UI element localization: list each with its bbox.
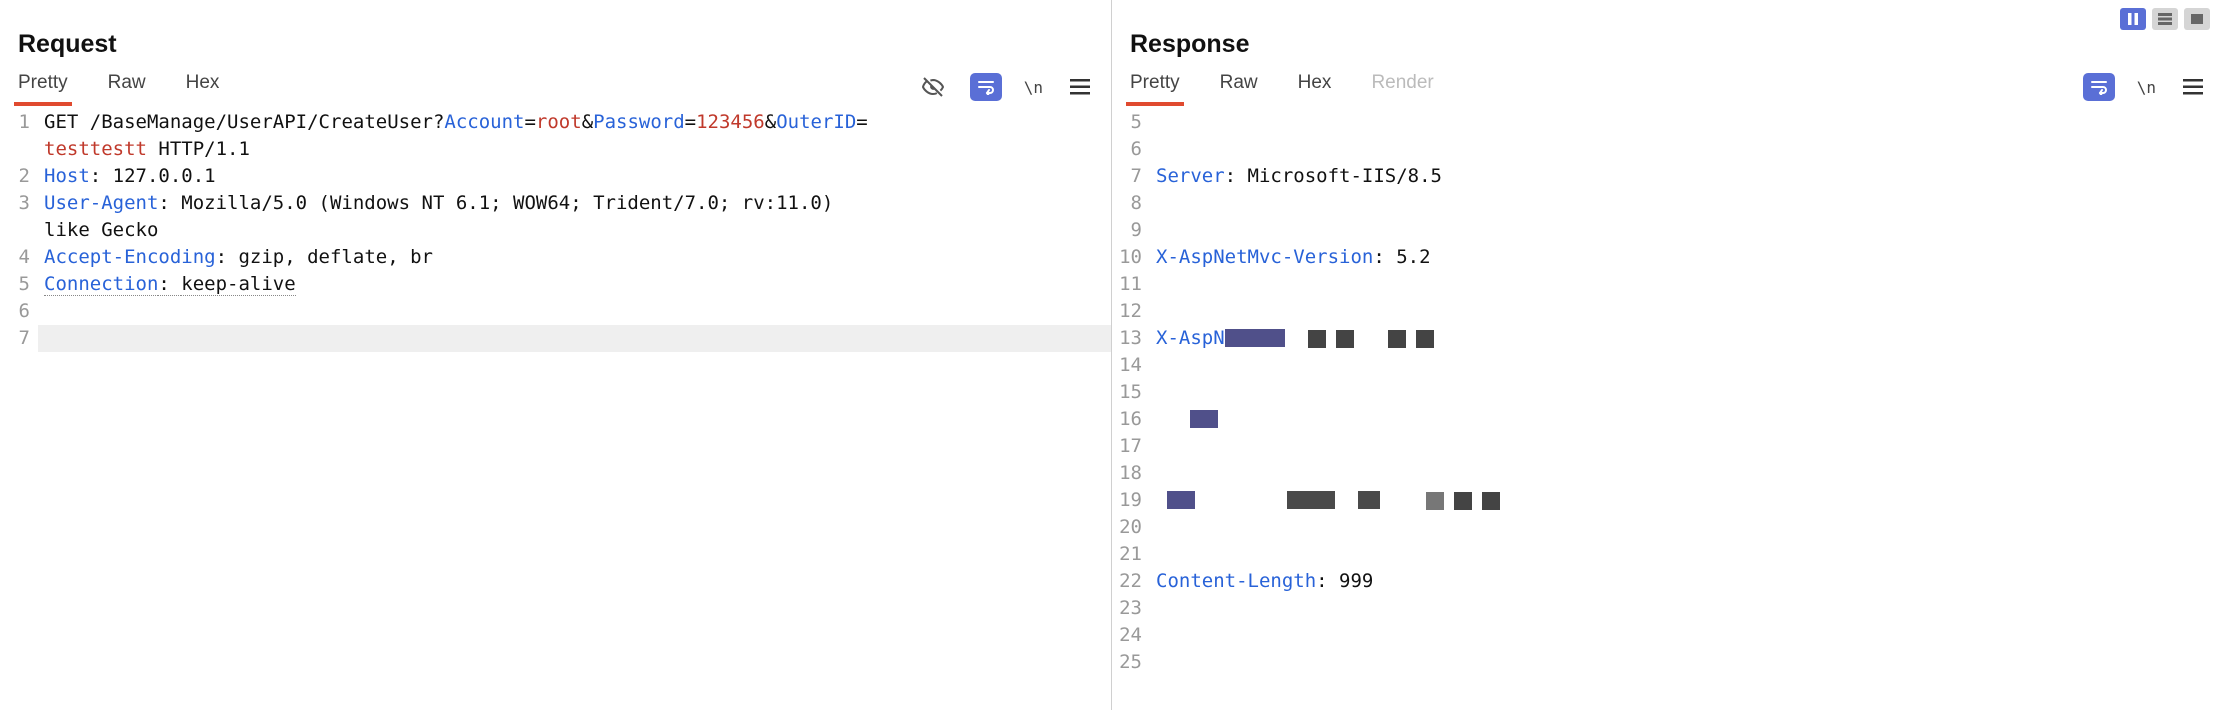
- tab-pretty[interactable]: Pretty: [1130, 72, 1180, 102]
- code-line[interactable]: [38, 298, 1111, 325]
- wrap-lines-button[interactable]: [970, 73, 1002, 101]
- request-title: Request: [0, 0, 1111, 69]
- request-tabbar: Pretty Raw Hex \n: [0, 69, 1111, 105]
- code-line[interactable]: User-Agent: Mozilla/5.0 (Windows NT 6.1;…: [38, 190, 1111, 217]
- response-gutter: 5678910111213141516171819202122232425: [1112, 109, 1150, 710]
- code-line[interactable]: testtestt HTTP/1.1: [38, 136, 1111, 163]
- request-panel: Request Pretty Raw Hex: [0, 0, 1112, 710]
- response-editor[interactable]: 5678910111213141516171819202122232425 Se…: [1112, 105, 2224, 710]
- tab-pretty[interactable]: Pretty: [18, 72, 68, 102]
- code-line[interactable]: Accept-Encoding: gzip, deflate, br: [38, 244, 1111, 271]
- tab-hex[interactable]: Hex: [1298, 72, 1332, 102]
- hamburger-icon[interactable]: [1065, 74, 1095, 100]
- newline-toggle[interactable]: \n: [2137, 78, 2156, 97]
- tab-render[interactable]: Render: [1371, 72, 1433, 102]
- request-editor[interactable]: 1234567 GET /BaseManage/UserAPI/CreateUs…: [0, 105, 1111, 710]
- code-line[interactable]: Connection: keep-alive: [38, 271, 1111, 298]
- tab-hex[interactable]: Hex: [186, 72, 220, 102]
- response-panel: Response Pretty Raw Hex Render \n: [1112, 0, 2224, 710]
- code-line[interactable]: GET /BaseManage/UserAPI/CreateUser?Accou…: [38, 109, 1111, 136]
- newline-toggle[interactable]: \n: [1024, 78, 1043, 97]
- code-line[interactable]: like Gecko: [38, 217, 1111, 244]
- response-tabbar: Pretty Raw Hex Render \n: [1112, 69, 2224, 105]
- wrap-lines-button[interactable]: [2083, 73, 2115, 101]
- visibility-off-icon[interactable]: [918, 74, 948, 100]
- tab-raw[interactable]: Raw: [108, 72, 146, 102]
- response-title: Response: [1112, 0, 2224, 69]
- request-gutter: 1234567: [0, 109, 38, 710]
- code-line[interactable]: [38, 325, 1111, 352]
- code-line[interactable]: Host: 127.0.0.1: [38, 163, 1111, 190]
- tab-raw[interactable]: Raw: [1220, 72, 1258, 102]
- hamburger-icon[interactable]: [2178, 74, 2208, 100]
